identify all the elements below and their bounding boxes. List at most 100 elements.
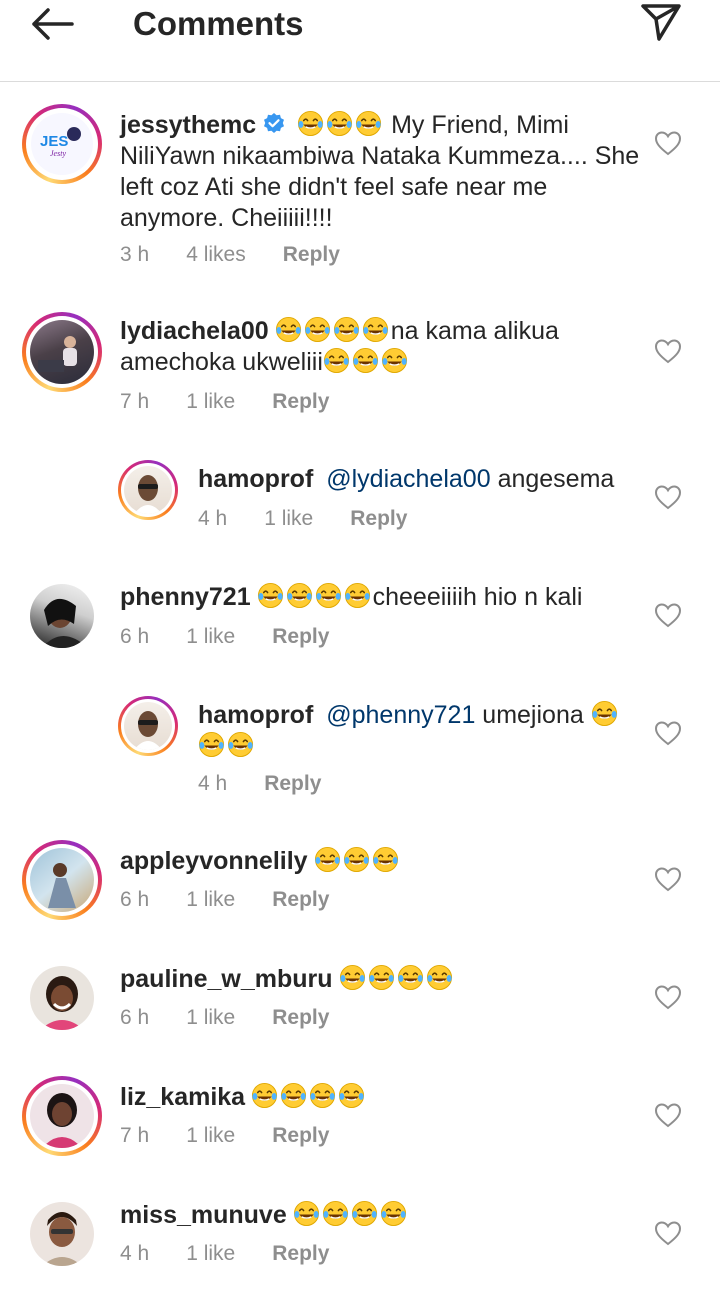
tears-of-joy-emoji-icon — [368, 964, 394, 991]
mention-link[interactable]: @phenny721 — [326, 701, 475, 729]
person-photo-icon — [134, 475, 162, 514]
avatar[interactable] — [22, 958, 102, 1038]
avatar[interactable] — [22, 840, 102, 920]
reply-button[interactable]: Reply — [272, 1242, 329, 1266]
comment-meta: 6 h 1 like Reply — [120, 1006, 366, 1030]
comment-likes[interactable]: 1 like — [186, 1124, 235, 1148]
svg-text:Jesty: Jesty — [50, 149, 66, 158]
tears-of-joy-emoji-icon — [426, 964, 452, 991]
reply-button[interactable]: Reply — [264, 772, 321, 796]
tears-of-joy-emoji-icon — [257, 582, 283, 609]
comment-meta: 3 h 4 likes Reply — [120, 243, 377, 267]
person-photo-icon — [134, 711, 162, 750]
comment-text: angesema — [497, 465, 615, 493]
comment-text: umejiona — [482, 701, 584, 729]
comment-likes[interactable]: 1 like — [186, 390, 235, 414]
comments-header: Comments — [0, 0, 720, 82]
tears-of-joy-emoji-icon — [591, 700, 617, 727]
comment-username[interactable]: hamoprof — [198, 465, 313, 493]
laughing-emoji-group — [293, 1200, 409, 1229]
avatar[interactable]: JES Jesty — [22, 104, 102, 184]
heart-icon[interactable] — [654, 720, 682, 746]
comment-likes[interactable]: 4 likes — [186, 243, 246, 267]
heart-icon[interactable] — [654, 1220, 682, 1246]
comment-username[interactable]: miss_munuve — [120, 1201, 287, 1229]
share-button[interactable] — [636, 0, 686, 44]
tears-of-joy-emoji-icon — [397, 964, 423, 991]
laughing-emoji-group — [297, 110, 384, 139]
comment-meta: 7 h 1 like Reply — [120, 390, 366, 414]
comment-likes[interactable]: 1 like — [186, 1006, 235, 1030]
heart-icon[interactable] — [654, 484, 682, 510]
reply-button[interactable]: Reply — [272, 390, 329, 414]
heart-icon[interactable] — [654, 984, 682, 1010]
comment-meta: 7 h 1 like Reply — [120, 1124, 366, 1148]
tears-of-joy-emoji-icon — [323, 347, 349, 374]
reply-button[interactable]: Reply — [283, 243, 340, 267]
heart-icon[interactable] — [654, 1102, 682, 1128]
tears-of-joy-emoji-icon — [293, 1200, 319, 1227]
person-photo-icon — [40, 976, 84, 1030]
heart-icon[interactable] — [654, 602, 682, 628]
comment-time: 7 h — [120, 390, 150, 413]
heart-icon[interactable] — [654, 866, 682, 892]
comment-meta: 4 h 1 like Reply — [120, 1242, 366, 1266]
avatar[interactable] — [22, 1194, 102, 1274]
comment-meta: 6 h 1 like Reply — [120, 625, 366, 649]
comment-likes[interactable]: 1 like — [186, 1242, 235, 1266]
avatar[interactable] — [118, 460, 178, 520]
person-photo-icon — [48, 863, 76, 908]
person-photo-icon — [42, 1212, 82, 1266]
comment-time: 4 h — [120, 1242, 150, 1265]
reply-button[interactable]: Reply — [272, 625, 329, 649]
comment-likes[interactable]: 1 like — [264, 507, 313, 531]
avatar[interactable] — [22, 1076, 102, 1156]
mention-link[interactable]: @lydiachela00 — [326, 465, 490, 493]
reply-button[interactable]: Reply — [350, 507, 407, 531]
person-photo-icon — [42, 1093, 82, 1148]
verified-badge-icon — [264, 113, 285, 133]
jessythemc-logo-avatar-icon: JES Jesty — [31, 113, 93, 175]
tears-of-joy-emoji-icon — [252, 1082, 278, 1109]
laughing-emoji-group — [257, 582, 373, 611]
tears-of-joy-emoji-icon — [281, 1082, 307, 1109]
comment-likes[interactable]: 1 like — [186, 888, 235, 912]
heart-icon[interactable] — [654, 130, 682, 156]
reply-button[interactable]: Reply — [272, 1006, 329, 1030]
heart-icon[interactable] — [654, 338, 682, 364]
tears-of-joy-emoji-icon — [298, 110, 324, 137]
comment-username[interactable]: liz_kamika — [120, 1083, 245, 1111]
tears-of-joy-emoji-icon — [339, 964, 365, 991]
avatar[interactable] — [22, 576, 102, 656]
comment-username[interactable]: lydiachela00 — [120, 317, 269, 345]
laughing-emoji-group — [323, 347, 410, 376]
comment-username[interactable]: jessythemc — [120, 111, 256, 139]
tears-of-joy-emoji-icon — [333, 316, 359, 343]
comment-username[interactable]: hamoprof — [198, 701, 313, 729]
tears-of-joy-emoji-icon — [286, 582, 312, 609]
person-photo-icon — [42, 598, 88, 648]
tears-of-joy-emoji-icon — [351, 1200, 377, 1227]
comment-meta: 4 h Reply — [198, 772, 358, 796]
tears-of-joy-emoji-icon — [198, 731, 225, 758]
comment-time: 4 h — [198, 507, 228, 530]
back-button[interactable] — [28, 4, 76, 44]
avatar[interactable] — [22, 312, 102, 392]
laughing-emoji-group — [275, 316, 391, 345]
tears-of-joy-emoji-icon — [372, 846, 398, 873]
tears-of-joy-emoji-icon — [381, 347, 407, 374]
comment-meta: 4 h 1 like Reply — [198, 507, 444, 531]
tears-of-joy-emoji-icon — [352, 347, 378, 374]
reply-button[interactable]: Reply — [272, 888, 329, 912]
avatar[interactable] — [118, 696, 178, 756]
tears-of-joy-emoji-icon — [275, 316, 301, 343]
comment-text: cheeeiiiih hio n kali — [372, 583, 583, 611]
reply-button[interactable]: Reply — [272, 1124, 329, 1148]
comment-username[interactable]: pauline_w_mburu — [120, 965, 333, 993]
comment-username[interactable]: appleyvonnelily — [120, 847, 308, 875]
tears-of-joy-emoji-icon — [362, 316, 388, 343]
tears-of-joy-emoji-icon — [315, 582, 341, 609]
tears-of-joy-emoji-icon — [356, 110, 382, 137]
comment-username[interactable]: phenny721 — [120, 583, 251, 611]
comment-likes[interactable]: 1 like — [186, 625, 235, 649]
